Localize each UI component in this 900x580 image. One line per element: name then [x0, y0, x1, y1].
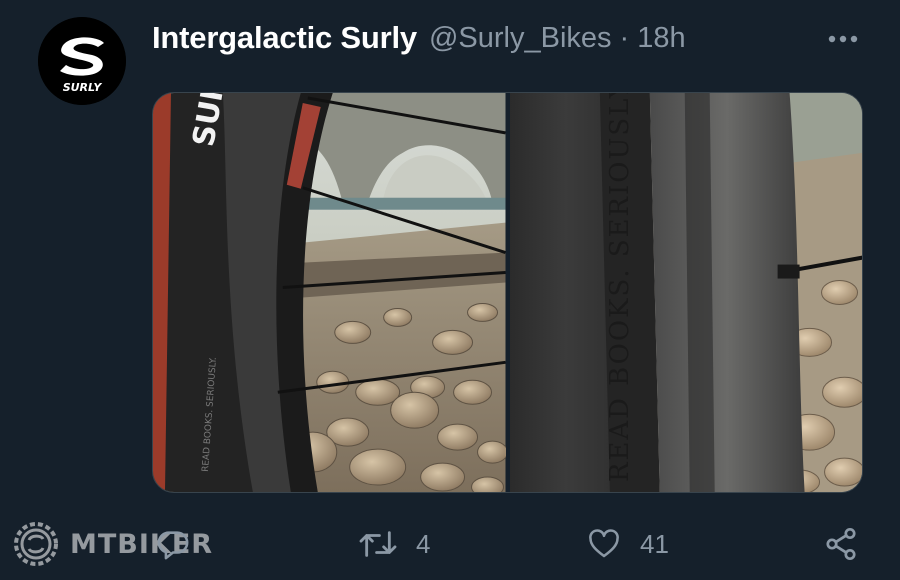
share-icon — [826, 527, 856, 561]
reply-button[interactable] — [155, 516, 209, 572]
like-icon — [589, 529, 619, 558]
retweet-count: 4 — [416, 528, 431, 559]
media-photo-right[interactable]: READ BOOKS. SERIOUSLY. — [509, 93, 862, 492]
tweet-header: Intergalactic Surly @Surly_Bikes · 18h — [152, 18, 686, 58]
fat-bike-wheel-photo-icon: SUR READ BOOKS. SERIOUSLY. — [153, 93, 506, 492]
timestamp[interactable]: 18h — [637, 22, 685, 55]
retweet-icon — [359, 531, 397, 557]
more-options-button[interactable] — [826, 24, 860, 54]
like-button[interactable]: 41 — [586, 516, 669, 572]
separator-dot: · — [619, 21, 630, 54]
sidewall-text-right: READ BOOKS. SERIOUSLY. — [604, 93, 634, 482]
share-button[interactable] — [823, 516, 859, 572]
avatar-text: SURLY — [63, 81, 103, 94]
avatar[interactable]: SURLY — [38, 17, 126, 105]
display-name[interactable]: Intergalactic Surly — [152, 20, 417, 56]
like-count: 41 — [640, 528, 669, 559]
tire-sidewall-closeup-photo-icon: READ BOOKS. SERIOUSLY. — [509, 93, 862, 492]
tweet: SURLY Intergalactic Surly @Surly_Bikes ·… — [0, 0, 900, 580]
more-icon — [828, 35, 858, 43]
surly-logo-icon: SURLY — [38, 17, 126, 105]
tweet-media: SUR READ BOOKS. SERIOUSLY. READ BOOKS. S… — [152, 92, 863, 493]
tweet-actions: 4 41 — [0, 516, 900, 572]
retweet-button[interactable]: 4 — [358, 516, 430, 572]
media-photo-left[interactable]: SUR READ BOOKS. SERIOUSLY. — [153, 93, 506, 492]
reply-icon — [157, 531, 189, 560]
user-handle[interactable]: @Surly_Bikes — [429, 22, 612, 55]
